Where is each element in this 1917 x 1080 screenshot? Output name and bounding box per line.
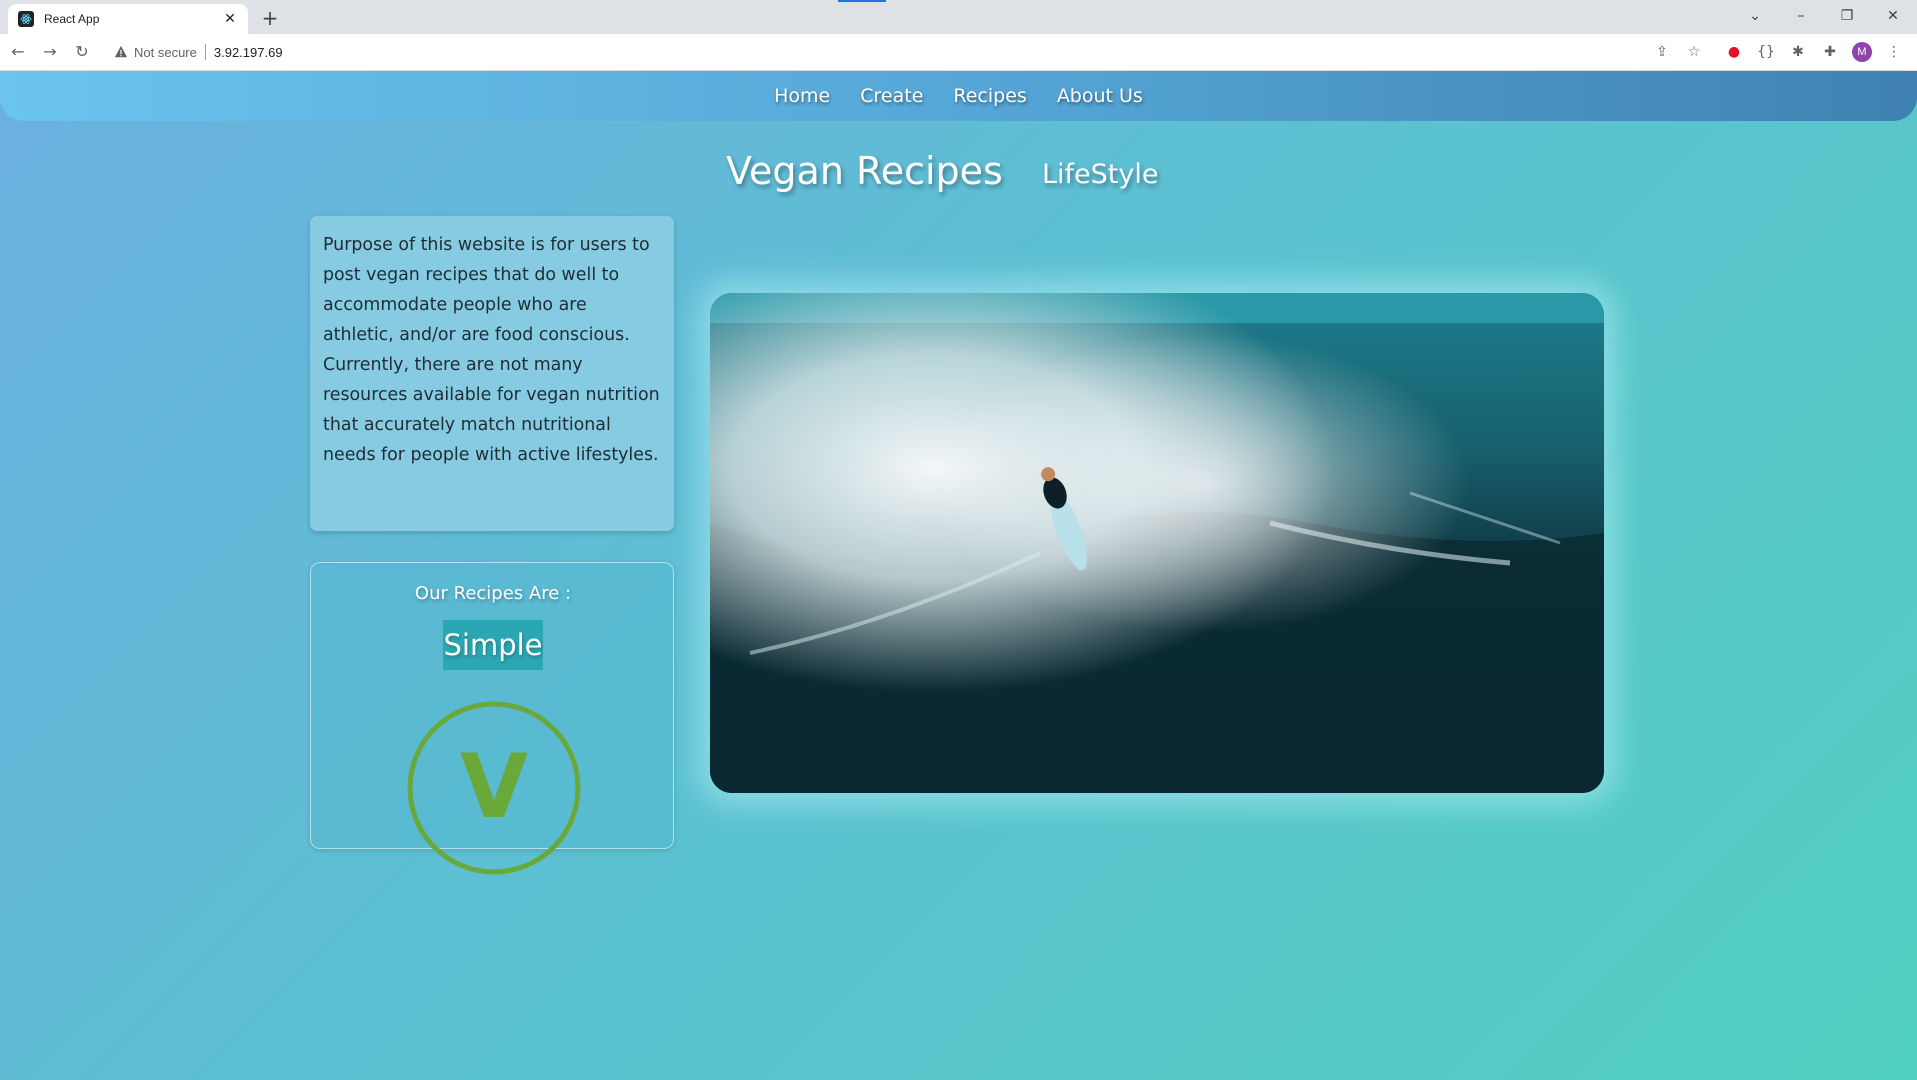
- security-label: Not secure: [134, 44, 197, 60]
- main-navbar: Home Create Recipes About Us: [0, 71, 1917, 121]
- nav-link-create[interactable]: Create: [860, 85, 923, 107]
- nav-link-recipes[interactable]: Recipes: [953, 85, 1026, 107]
- tab-drag-indicator: [838, 0, 886, 2]
- vegan-logo-letter: V: [460, 735, 528, 838]
- extension-bracket-icon[interactable]: {}: [1756, 42, 1776, 62]
- tab-search-icon[interactable]: ⌄: [1742, 6, 1768, 26]
- page-title: Vegan Recipes: [726, 149, 1003, 193]
- warning-icon: [114, 45, 128, 58]
- back-icon[interactable]: ←: [8, 42, 28, 62]
- restore-icon[interactable]: ❐: [1834, 6, 1860, 26]
- url-text[interactable]: 3.92.197.69: [214, 45, 283, 60]
- address-bar[interactable]: Not secure 3.92.197.69: [106, 39, 1706, 65]
- extensions-puzzle-icon[interactable]: ✚: [1820, 42, 1840, 62]
- forward-icon[interactable]: →: [40, 42, 60, 62]
- page-subtitle: LifeStyle: [1042, 159, 1159, 190]
- nav-link-home[interactable]: Home: [774, 85, 830, 107]
- reload-icon[interactable]: ↻: [72, 42, 92, 62]
- extension-bug-icon[interactable]: ✱: [1788, 42, 1808, 62]
- new-tab-button[interactable]: +: [258, 6, 282, 30]
- bookmark-star-icon[interactable]: ☆: [1684, 42, 1704, 62]
- page-body: Home Create Recipes About Us Vegan Recip…: [0, 71, 1917, 1080]
- browser-toolbar: ← → ↻ Not secure 3.92.197.69 ⇪ ☆ ● {} ✱ …: [0, 34, 1917, 71]
- close-window-icon[interactable]: ✕: [1880, 6, 1906, 26]
- purpose-text: Purpose of this website is for users to …: [323, 235, 660, 465]
- profile-avatar[interactable]: M: [1852, 42, 1872, 62]
- browser-menu-icon[interactable]: ⋮: [1884, 42, 1904, 62]
- vegan-logo-icon: V: [407, 701, 581, 875]
- recipes-card: Our Recipes Are : Simple V: [310, 562, 674, 875]
- minimize-icon[interactable]: –: [1788, 6, 1814, 26]
- purpose-card: Purpose of this website is for users to …: [310, 216, 674, 531]
- tab-close-icon[interactable]: ✕: [222, 11, 238, 27]
- tab-title: React App: [44, 12, 100, 26]
- omnibox-divider: [204, 44, 206, 60]
- hero-video[interactable]: [710, 293, 1604, 793]
- nav-link-about-us[interactable]: About Us: [1057, 85, 1143, 107]
- recipes-heading: Our Recipes Are :: [414, 583, 572, 604]
- surfer-wave-image: [710, 293, 1604, 793]
- react-favicon-icon: [18, 11, 34, 27]
- browser-tab[interactable]: React App ✕: [8, 4, 248, 34]
- share-icon[interactable]: ⇪: [1652, 42, 1672, 62]
- recipe-quality-badge: Simple: [443, 620, 543, 670]
- browser-tabstrip: React App ✕ + ⌄ – ❐ ✕: [0, 0, 1917, 34]
- opera-extension-icon[interactable]: ●: [1724, 42, 1744, 62]
